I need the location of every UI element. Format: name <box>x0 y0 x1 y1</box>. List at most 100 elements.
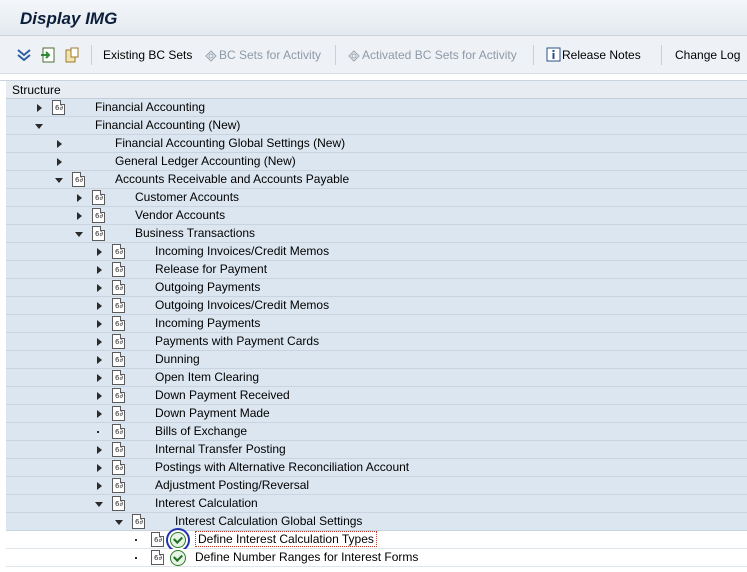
documentation-icon[interactable] <box>112 496 125 511</box>
expand-node-icon[interactable] <box>74 211 84 221</box>
documentation-icon[interactable] <box>151 532 164 547</box>
activated-bc-sets-button[interactable]: Activated BC Sets for Activity <box>346 47 517 63</box>
tree-node[interactable]: Define Number Ranges for Interest Forms <box>6 549 747 567</box>
expand-node-icon[interactable] <box>94 373 104 383</box>
expand-node-icon[interactable] <box>54 139 64 149</box>
documentation-icon[interactable] <box>112 280 125 295</box>
tree-node-label[interactable]: Define Number Ranges for Interest Forms <box>195 550 418 564</box>
tree-node[interactable]: Payments with Payment Cards <box>6 333 747 351</box>
tree-node[interactable]: Down Payment Received <box>6 387 747 405</box>
tree-node-label[interactable]: Down Payment Received <box>155 388 290 402</box>
tree-node-label[interactable]: Bills of Exchange <box>155 424 247 438</box>
tree-node[interactable]: Financial Accounting <box>6 99 747 117</box>
tree-node-label[interactable]: Financial Accounting (New) <box>95 118 240 132</box>
bc-sets-for-activity-button[interactable]: BC Sets for Activity <box>203 47 321 63</box>
tree-node-label[interactable]: Adjustment Posting/Reversal <box>155 478 309 492</box>
clipboard-button[interactable] <box>64 47 80 63</box>
documentation-icon[interactable] <box>92 190 105 205</box>
tree-node[interactable]: Adjustment Posting/Reversal <box>6 477 747 495</box>
tree-node[interactable]: Business Transactions <box>6 225 747 243</box>
documentation-icon[interactable] <box>112 478 125 493</box>
tree-node-label[interactable]: Internal Transfer Posting <box>155 442 286 456</box>
collapse-node-icon[interactable] <box>34 121 44 131</box>
expand-node-icon[interactable] <box>94 283 104 293</box>
tree-node[interactable]: Outgoing Invoices/Credit Memos <box>6 297 747 315</box>
expand-node-icon[interactable] <box>94 481 104 491</box>
tree-node-label[interactable]: Customer Accounts <box>135 190 239 204</box>
expand-node-icon[interactable] <box>94 337 104 347</box>
tree-node[interactable]: Release for Payment <box>6 261 747 279</box>
documentation-icon[interactable] <box>151 550 164 565</box>
tree-node[interactable]: Postings with Alternative Reconciliation… <box>6 459 747 477</box>
tree-node-label[interactable]: General Ledger Accounting (New) <box>115 154 296 168</box>
documentation-icon[interactable] <box>72 172 85 187</box>
tree-node[interactable]: Internal Transfer Posting <box>6 441 747 459</box>
tree-node-label[interactable]: Outgoing Invoices/Credit Memos <box>155 298 329 312</box>
tree-node[interactable]: Incoming Invoices/Credit Memos <box>6 243 747 261</box>
export-button[interactable] <box>40 47 56 63</box>
tree-node[interactable]: Interest Calculation Global Settings <box>6 513 747 531</box>
change-log-button[interactable]: Change Log <box>675 47 740 63</box>
tree-node-label[interactable]: Accounts Receivable and Accounts Payable <box>115 172 349 186</box>
tree-node[interactable]: Bills of Exchange <box>6 423 747 441</box>
tree-node-label[interactable]: Open Item Clearing <box>155 370 259 384</box>
execute-activity-icon[interactable] <box>170 550 186 566</box>
tree-node-label[interactable]: Business Transactions <box>135 226 255 240</box>
documentation-icon[interactable] <box>112 388 125 403</box>
documentation-icon[interactable] <box>112 244 125 259</box>
expand-node-icon[interactable] <box>74 193 84 203</box>
expand-node-icon[interactable] <box>94 301 104 311</box>
tree-node-label[interactable]: Financial Accounting Global Settings (Ne… <box>115 136 345 150</box>
tree-node[interactable]: Define Interest Calculation Types <box>6 531 747 549</box>
documentation-icon[interactable] <box>112 316 125 331</box>
tree-node-label[interactable]: Outgoing Payments <box>155 280 260 294</box>
expand-node-icon[interactable] <box>94 409 104 419</box>
documentation-icon[interactable] <box>52 100 65 115</box>
tree-node-label[interactable]: Financial Accounting <box>95 100 205 114</box>
expand-node-icon[interactable] <box>94 265 104 275</box>
expand-node-icon[interactable] <box>94 463 104 473</box>
tree-node-label[interactable]: Payments with Payment Cards <box>155 334 319 348</box>
documentation-icon[interactable] <box>92 208 105 223</box>
expand-all-button[interactable] <box>16 47 32 63</box>
collapse-node-icon[interactable] <box>74 229 84 239</box>
collapse-node-icon[interactable] <box>94 499 104 509</box>
tree-node[interactable]: Down Payment Made <box>6 405 747 423</box>
expand-node-icon[interactable] <box>54 157 64 167</box>
documentation-icon[interactable] <box>112 406 125 421</box>
expand-node-icon[interactable] <box>94 445 104 455</box>
existing-bc-sets-button[interactable]: Existing BC Sets <box>103 47 192 63</box>
documentation-icon[interactable] <box>112 262 125 277</box>
tree-node[interactable]: Vendor Accounts <box>6 207 747 225</box>
documentation-icon[interactable] <box>132 514 145 529</box>
expand-node-icon[interactable] <box>94 247 104 257</box>
execute-activity-icon[interactable] <box>170 532 186 548</box>
collapse-node-icon[interactable] <box>114 517 124 527</box>
tree-node-label[interactable]: Down Payment Made <box>155 406 270 420</box>
tree-node-label[interactable]: Define Interest Calculation Types <box>195 531 377 547</box>
tree-node-label[interactable]: Release for Payment <box>155 262 267 276</box>
tree-node-label[interactable]: Vendor Accounts <box>135 208 225 222</box>
tree-node-label[interactable]: Dunning <box>155 352 200 366</box>
documentation-icon[interactable] <box>112 334 125 349</box>
tree-node-label[interactable]: Interest Calculation Global Settings <box>175 514 362 528</box>
documentation-icon[interactable] <box>112 460 125 475</box>
documentation-icon[interactable] <box>112 370 125 385</box>
expand-node-icon[interactable] <box>34 103 44 113</box>
documentation-icon[interactable] <box>112 298 125 313</box>
documentation-icon[interactable] <box>112 442 125 457</box>
tree-node[interactable]: Interest Calculation <box>6 495 747 513</box>
documentation-icon[interactable] <box>92 226 105 241</box>
expand-node-icon[interactable] <box>94 319 104 329</box>
tree-node-label[interactable]: Postings with Alternative Reconciliation… <box>155 460 409 474</box>
tree-node[interactable]: Open Item Clearing <box>6 369 747 387</box>
tree-node[interactable]: Accounts Receivable and Accounts Payable <box>6 171 747 189</box>
tree-node-label[interactable]: Interest Calculation <box>155 496 258 510</box>
expand-node-icon[interactable] <box>94 355 104 365</box>
tree-node[interactable]: Financial Accounting Global Settings (Ne… <box>6 135 747 153</box>
documentation-icon[interactable] <box>112 352 125 367</box>
expand-node-icon[interactable] <box>94 391 104 401</box>
tree-node[interactable]: General Ledger Accounting (New) <box>6 153 747 171</box>
tree-node-label[interactable]: Incoming Payments <box>155 316 260 330</box>
tree-node-label[interactable]: Incoming Invoices/Credit Memos <box>155 244 329 258</box>
